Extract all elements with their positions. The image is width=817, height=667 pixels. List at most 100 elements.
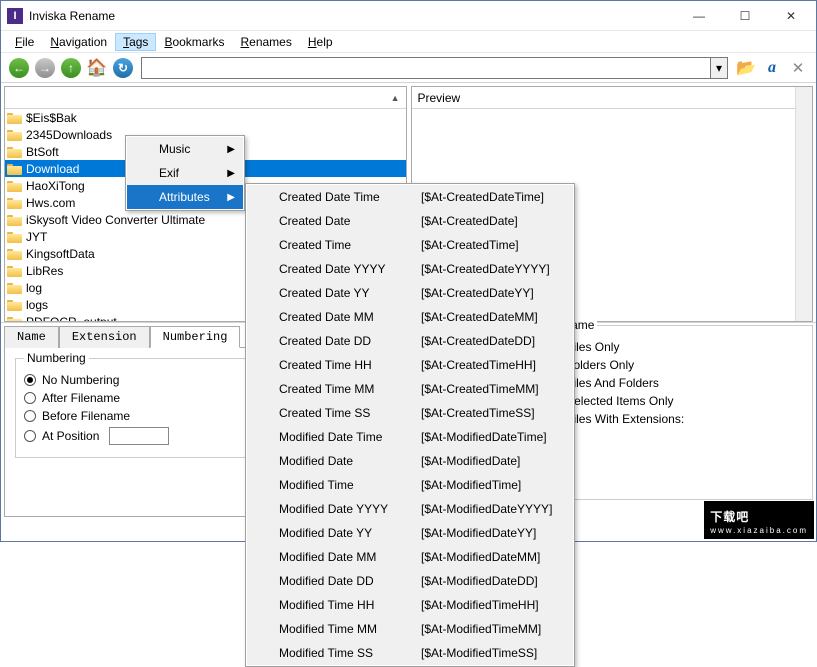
folder-icon — [7, 282, 22, 294]
window-title: Inviska Rename — [29, 9, 676, 23]
attribute-item[interactable]: Created Date Time[$At-CreatedDateTime] — [247, 185, 573, 209]
source-column-header[interactable]: ▲ — [5, 87, 406, 109]
file-name: log — [26, 281, 42, 295]
attribute-tag: [$At-ModifiedDateDD] — [421, 574, 538, 588]
settings-icon: ✕ — [792, 59, 805, 77]
menu-file[interactable]: File — [7, 33, 42, 51]
attribute-name: Created Time HH — [279, 358, 421, 372]
tags-menu-item-exif[interactable]: Exif▶ — [127, 161, 243, 185]
option-label: No Numbering — [42, 373, 119, 387]
attributes-submenu: Created Date Time[$At-CreatedDateTime]Cr… — [245, 183, 575, 667]
rename-option[interactable]: Files And Folders — [548, 376, 802, 390]
nav-refresh-button[interactable]: ↻ — [111, 56, 135, 80]
attribute-item[interactable]: Modified Date[$At-ModifiedDate] — [247, 449, 573, 473]
tab-numbering[interactable]: Numbering — [150, 326, 241, 348]
submenu-label: Attributes — [159, 190, 210, 204]
nav-home-button[interactable]: 🏠 — [85, 56, 109, 80]
radio-icon — [24, 374, 36, 386]
nav-forward-button[interactable]: → — [33, 56, 57, 80]
menu-navigation[interactable]: Navigation — [42, 33, 115, 51]
attribute-name: Modified Time HH — [279, 598, 421, 612]
settings-button[interactable]: ✕ — [786, 56, 810, 80]
folder-icon — [7, 180, 22, 192]
rename-option[interactable]: Folders Only — [548, 358, 802, 372]
tab-extension[interactable]: Extension — [59, 326, 150, 348]
attribute-item[interactable]: Modified Date MM[$At-ModifiedDateMM] — [247, 545, 573, 569]
address-dropdown[interactable]: ▾ — [710, 57, 728, 79]
attribute-tag: [$At-ModifiedTimeHH] — [421, 598, 539, 612]
scrollbar[interactable] — [795, 87, 812, 321]
menu-bookmarks[interactable]: Bookmarks — [156, 33, 232, 51]
folder-icon — [7, 112, 22, 124]
file-name: BtSoft — [26, 145, 59, 159]
attribute-name: Modified Date YY — [279, 526, 421, 540]
attribute-item[interactable]: Created Date[$At-CreatedDate] — [247, 209, 573, 233]
minimize-button[interactable]: — — [676, 2, 722, 30]
attribute-item[interactable]: Created Date YYYY[$At-CreatedDateYYYY] — [247, 257, 573, 281]
attribute-name: Modified Time — [279, 478, 421, 492]
file-name: PDFOCR_output — [26, 315, 117, 323]
option-label: After Filename — [42, 391, 120, 405]
font-button[interactable]: a — [760, 56, 784, 80]
close-button[interactable]: ✕ — [768, 2, 814, 30]
tags-menu-item-music[interactable]: Music▶ — [127, 137, 243, 161]
attribute-name: Modified Date DD — [279, 574, 421, 588]
file-name: 2345Downloads — [26, 128, 112, 142]
menu-renames[interactable]: Renames — [232, 33, 299, 51]
home-icon: 🏠 — [86, 58, 107, 78]
nav-up-button[interactable]: ↑ — [59, 56, 83, 80]
attribute-item[interactable]: Modified Date Time[$At-ModifiedDateTime] — [247, 425, 573, 449]
preview-column-header[interactable]: Preview — [412, 87, 813, 109]
attribute-item[interactable]: Modified Time MM[$At-ModifiedTimeMM] — [247, 617, 573, 641]
attribute-item[interactable]: Modified Time SS[$At-ModifiedTimeSS] — [247, 641, 573, 665]
attribute-tag: [$At-CreatedDateMM] — [421, 310, 538, 324]
rename-fieldset: Rename Files OnlyFolders OnlyFiles And F… — [537, 325, 813, 500]
rename-option[interactable]: Files Only — [548, 340, 802, 354]
attribute-tag: [$At-CreatedDateYYYY] — [421, 262, 550, 276]
folder-icon — [7, 299, 22, 311]
file-name: Hws.com — [26, 196, 75, 210]
attribute-item[interactable]: Modified Date YY[$At-ModifiedDateYY] — [247, 521, 573, 545]
attribute-item[interactable]: Created Time HH[$At-CreatedTimeHH] — [247, 353, 573, 377]
file-name: JYT — [26, 230, 47, 244]
attribute-name: Modified Date YYYY — [279, 502, 421, 516]
attribute-name: Created Date DD — [279, 334, 421, 348]
attribute-item[interactable]: Created Date YY[$At-CreatedDateYY] — [247, 281, 573, 305]
address-input[interactable] — [141, 57, 710, 79]
attribute-name: Created Date YYYY — [279, 262, 421, 276]
attribute-item[interactable]: Created Date DD[$At-CreatedDateDD] — [247, 329, 573, 353]
tags-menu-item-attributes[interactable]: Attributes ▶ — [127, 185, 243, 209]
open-folder-button[interactable]: 📂 — [734, 56, 758, 80]
attribute-item[interactable]: Created Time[$At-CreatedTime] — [247, 233, 573, 257]
rename-option[interactable]: Files With Extensions: — [548, 412, 802, 426]
menu-bar: FileNavigationTagsBookmarksRenamesHelp — [1, 31, 816, 53]
file-name: HaoXiTong — [26, 179, 85, 193]
at-position-input[interactable] — [109, 427, 169, 445]
attribute-item[interactable]: Modified Date DD[$At-ModifiedDateDD] — [247, 569, 573, 593]
tags-submenu: Music▶Exif▶ Attributes ▶ — [125, 135, 245, 211]
maximize-button[interactable]: ☐ — [722, 2, 768, 30]
attribute-name: Created Date MM — [279, 310, 421, 324]
menu-tags[interactable]: Tags — [115, 33, 156, 51]
attribute-name: Modified Time MM — [279, 622, 421, 636]
attribute-item[interactable]: Created Time SS[$At-CreatedTimeSS] — [247, 401, 573, 425]
attribute-name: Created Time MM — [279, 382, 421, 396]
attribute-tag: [$At-ModifiedDateYY] — [421, 526, 536, 540]
submenu-arrow-icon: ▶ — [227, 192, 235, 203]
rename-option[interactable]: Selected Items Only — [548, 394, 802, 408]
attribute-name: Created Date YY — [279, 286, 421, 300]
menu-help[interactable]: Help — [300, 33, 341, 51]
attribute-item[interactable]: Created Time MM[$At-CreatedTimeMM] — [247, 377, 573, 401]
attribute-item[interactable]: Modified Time[$At-ModifiedTime] — [247, 473, 573, 497]
radio-icon — [24, 392, 36, 404]
attribute-item[interactable]: Modified Time HH[$At-ModifiedTimeHH] — [247, 593, 573, 617]
attribute-tag: [$At-CreatedTimeHH] — [421, 358, 536, 372]
attribute-item[interactable]: Created Date MM[$At-CreatedDateMM] — [247, 305, 573, 329]
attribute-tag: [$At-CreatedDateYY] — [421, 286, 534, 300]
toolbar: ← → ↑ 🏠 ↻ ▾ 📂 a ✕ — [1, 53, 816, 83]
watermark: 下载吧 www.xiazaiba.com — [704, 501, 814, 539]
nav-back-button[interactable]: ← — [7, 56, 31, 80]
tab-name[interactable]: Name — [4, 326, 59, 348]
file-row[interactable]: $Eis$Bak — [5, 109, 406, 126]
attribute-item[interactable]: Modified Date YYYY[$At-ModifiedDateYYYY] — [247, 497, 573, 521]
